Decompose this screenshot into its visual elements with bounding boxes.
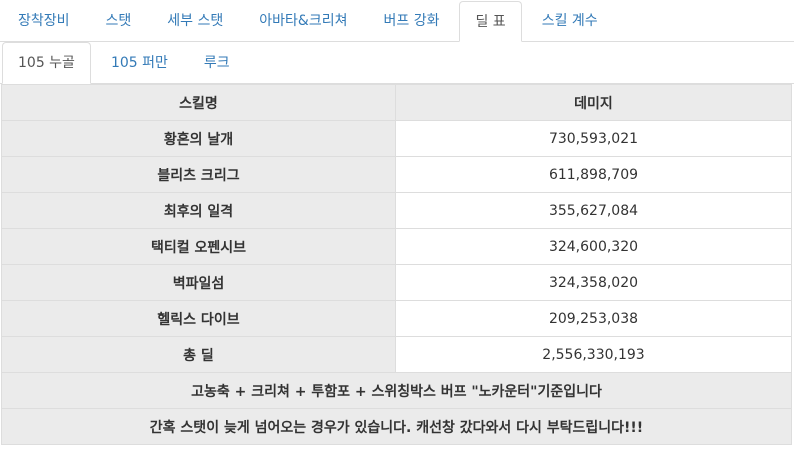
damage-table-container: 스킬명 데미지 황혼의 날개 730,593,021 블리츠 크리그 611,8… (1, 84, 792, 445)
total-damage-cell: 2,556,330,193 (395, 336, 792, 373)
tab-equipment[interactable]: 장착장비 (2, 0, 86, 41)
main-tab-bar: 장착장비 스탯 세부 스탯 아바타&크리쳐 버프 강화 딜 표 스킬 계수 (0, 0, 794, 42)
total-label-cell: 총 딜 (1, 336, 396, 373)
tab-detailed-stats[interactable]: 세부 스탯 (151, 0, 239, 41)
skill-name-cell: 택티컬 오펜시브 (1, 228, 396, 265)
tab-avatar-creature[interactable]: 아바타&크리쳐 (243, 0, 363, 41)
damage-cell: 730,593,021 (395, 120, 792, 157)
damage-cell: 355,627,084 (395, 192, 792, 229)
table-row: 헬릭스 다이브 209,253,038 (1, 300, 792, 337)
subtab-rook[interactable]: 루크 (188, 42, 246, 83)
damage-cell: 324,358,020 (395, 264, 792, 301)
skill-name-cell: 최후의 일격 (1, 192, 396, 229)
table-row: 최후의 일격 355,627,084 (1, 192, 792, 229)
sub-tab-bar: 105 누골 105 퍼만 루크 (0, 42, 794, 84)
table-header-row: 스킬명 데미지 (1, 84, 792, 121)
stat-delay-note: 간혹 스탯이 늦게 넘어오는 경우가 있습니다. 캐선창 갔다와서 다시 부탁드… (1, 408, 792, 445)
damage-cell: 324,600,320 (395, 228, 792, 265)
tab-buff-enhance[interactable]: 버프 강화 (367, 0, 455, 41)
subtab-105-nugol[interactable]: 105 누골 (2, 42, 91, 84)
note-row: 간혹 스탯이 늦게 넘어오는 경우가 있습니다. 캐선창 갔다와서 다시 부탁드… (1, 408, 792, 445)
header-skill-name: 스킬명 (1, 84, 396, 121)
damage-table: 스킬명 데미지 황혼의 날개 730,593,021 블리츠 크리그 611,8… (1, 84, 792, 445)
table-row: 황혼의 날개 730,593,021 (1, 120, 792, 157)
header-damage: 데미지 (395, 84, 792, 121)
skill-name-cell: 헬릭스 다이브 (1, 300, 396, 337)
tab-stats[interactable]: 스탯 (90, 0, 148, 41)
subtab-105-perman[interactable]: 105 퍼만 (95, 42, 184, 83)
skill-name-cell: 황혼의 날개 (1, 120, 396, 157)
damage-cell: 611,898,709 (395, 156, 792, 193)
table-row: 블리츠 크리그 611,898,709 (1, 156, 792, 193)
skill-name-cell: 블리츠 크리그 (1, 156, 396, 193)
table-row: 벽파일섬 324,358,020 (1, 264, 792, 301)
skill-name-cell: 벽파일섬 (1, 264, 396, 301)
table-row: 택티컬 오펜시브 324,600,320 (1, 228, 792, 265)
note-row: 고농축 + 크리쳐 + 투함포 + 스위칭박스 버프 "노카운터"기준입니다 (1, 372, 792, 409)
buff-condition-note: 고농축 + 크리쳐 + 투함포 + 스위칭박스 버프 "노카운터"기준입니다 (1, 372, 792, 409)
tab-skill-coefficient[interactable]: 스킬 계수 (526, 0, 614, 41)
tab-damage-table[interactable]: 딜 표 (459, 1, 522, 42)
table-row-total: 총 딜 2,556,330,193 (1, 336, 792, 373)
damage-cell: 209,253,038 (395, 300, 792, 337)
